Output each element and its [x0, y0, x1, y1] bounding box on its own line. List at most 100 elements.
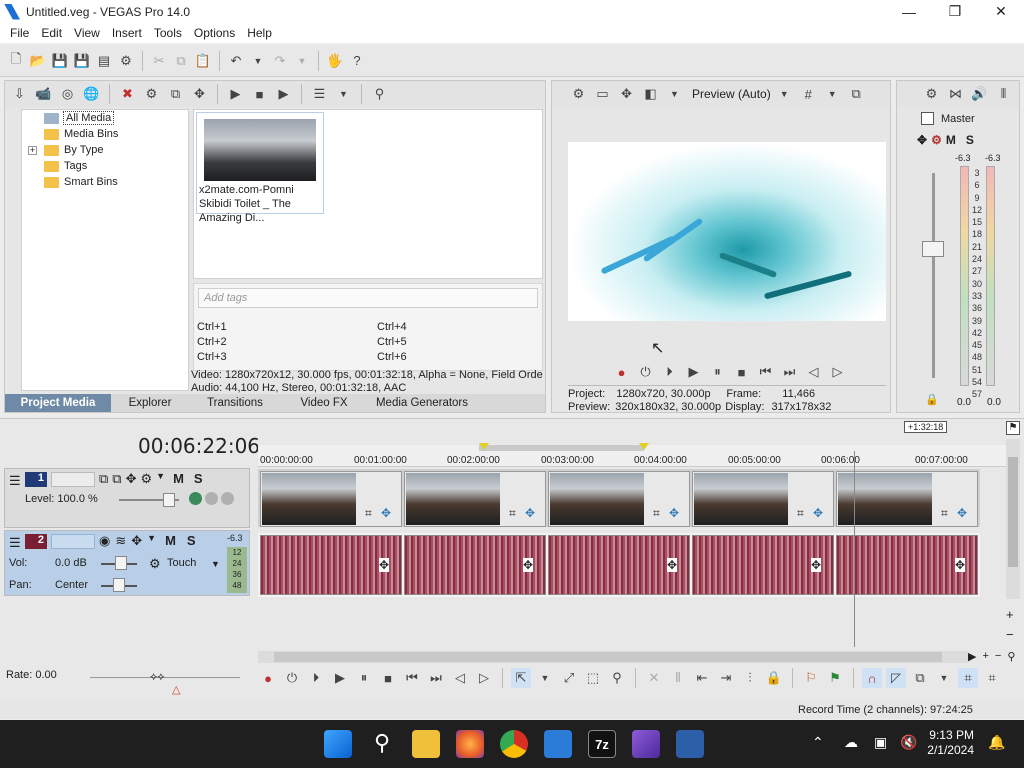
compositing-mode-icon[interactable]: ⧉: [99, 471, 108, 487]
play-preview-icon[interactable]: ▶: [225, 84, 246, 104]
web-media-icon[interactable]: 🌐: [81, 84, 102, 104]
tag-shortcut[interactable]: Ctrl+2: [197, 336, 227, 348]
tab-video-fx[interactable]: Video FX: [281, 394, 367, 412]
pan-crop-icon[interactable]: ⌗: [653, 506, 660, 521]
downmix-icon[interactable]: ⋈: [945, 84, 966, 104]
record-icon[interactable]: ●: [612, 362, 631, 382]
tree-item-media-bins[interactable]: Media Bins: [22, 126, 188, 142]
menu-edit[interactable]: Edit: [35, 26, 68, 40]
horizontal-scrollbar[interactable]: [258, 651, 968, 663]
redo-dropdown-icon[interactable]: ▼: [292, 51, 312, 71]
vol-slider-handle[interactable]: [115, 556, 127, 570]
firefox-icon[interactable]: [456, 730, 484, 758]
automation-dropdown-icon[interactable]: ▼: [211, 559, 220, 569]
event-fx-icon[interactable]: ✥: [525, 506, 535, 520]
automation-mode-dropdown[interactable]: Touch: [167, 557, 196, 569]
previous-frame-icon[interactable]: ◁: [450, 668, 470, 688]
whats-this-help-icon[interactable]: ?: [347, 51, 367, 71]
event-fx-icon[interactable]: ✥: [379, 558, 390, 572]
trim-icon[interactable]: ⫴: [668, 668, 688, 688]
save-as-icon[interactable]: 💾: [72, 51, 92, 71]
lock-faders-icon[interactable]: ⫴: [993, 84, 1014, 104]
event-fx-icon[interactable]: ✥: [957, 506, 967, 520]
preview-properties-gear-icon[interactable]: ⚙: [568, 84, 589, 104]
notifications-bell-icon[interactable]: 🔔: [988, 734, 1005, 751]
visual-studio-icon[interactable]: [632, 730, 660, 758]
tab-project-media[interactable]: Project Media: [5, 394, 111, 412]
paste-icon[interactable]: 📋: [193, 51, 213, 71]
stop-preview-icon[interactable]: ■: [249, 84, 270, 104]
zoom-in-vertical-icon[interactable]: +: [1006, 607, 1014, 622]
ripple-dropdown-icon[interactable]: ▼: [934, 668, 954, 688]
track-menu-icon[interactable]: ☰: [9, 473, 21, 489]
tree-item-tags[interactable]: Tags: [22, 158, 188, 174]
tab-transitions[interactable]: Transitions: [189, 394, 281, 412]
copy-icon[interactable]: ⧉: [171, 51, 191, 71]
video-clip[interactable]: ⌗ ✥: [692, 471, 834, 527]
ignore-grouping-icon[interactable]: ⌗: [982, 668, 1002, 688]
menu-view[interactable]: View: [68, 26, 106, 40]
media-fx-icon[interactable]: ⚙: [141, 84, 162, 104]
pan-crop-icon[interactable]: ⌗: [365, 506, 372, 521]
preview-fx-icon[interactable]: ✥: [616, 84, 637, 104]
properties-gear-icon[interactable]: ⚙: [116, 51, 136, 71]
selection-tool-icon[interactable]: ⬚: [583, 668, 603, 688]
vegas-taskbar-icon[interactable]: [676, 730, 704, 758]
event-fx-icon[interactable]: ✥: [669, 506, 679, 520]
auto-crossfade-icon[interactable]: ◸: [886, 668, 906, 688]
go-to-end-icon[interactable]: ⏭: [426, 668, 446, 688]
stop-icon[interactable]: ■: [732, 362, 751, 382]
master-gear-icon[interactable]: ⚙: [921, 84, 942, 104]
taskbar-clock[interactable]: 9:13 PM 2/1/2024: [927, 728, 974, 758]
pan-crop-icon[interactable]: ⌗: [941, 506, 948, 521]
solo-button[interactable]: S: [194, 471, 203, 487]
horizontal-scroll-thumb[interactable]: [274, 652, 942, 662]
loop-region-bar[interactable]: [479, 445, 644, 451]
copy-snapshot-icon[interactable]: ⧉: [846, 84, 867, 104]
video-clip[interactable]: ⌗ ✥: [404, 471, 546, 527]
play-icon[interactable]: ▶: [684, 362, 703, 382]
zoom-out-vertical-icon[interactable]: −: [1006, 627, 1014, 642]
save-icon[interactable]: 💾: [50, 51, 70, 71]
undo-dropdown-icon[interactable]: ▼: [248, 51, 268, 71]
search-icon[interactable]: ⚲: [369, 84, 390, 104]
pause-icon[interactable]: ⏸: [354, 668, 374, 688]
menu-help[interactable]: Help: [241, 26, 278, 40]
track-fx-icon[interactable]: ⚙: [141, 471, 153, 487]
insert-region-icon[interactable]: ⚑: [825, 668, 845, 688]
tag-shortcut[interactable]: Ctrl+6: [377, 351, 407, 363]
lock-event-icon[interactable]: 🔒: [764, 668, 784, 688]
loop-start-marker[interactable]: [479, 443, 489, 450]
loop-playback-icon[interactable]: ⏻: [636, 362, 655, 382]
insert-marker-icon[interactable]: ⚐: [801, 668, 821, 688]
go-to-start-icon[interactable]: ⏮: [756, 362, 775, 382]
menu-tools[interactable]: Tools: [148, 26, 188, 40]
video-clip[interactable]: ⌗ ✥: [836, 471, 978, 527]
start-menu-icon[interactable]: [324, 730, 352, 758]
edit-tool-dropdown-icon[interactable]: ▼: [535, 668, 555, 688]
menu-options[interactable]: Options: [188, 26, 241, 40]
stop-icon[interactable]: ■: [378, 668, 398, 688]
expand-icon[interactable]: +: [28, 145, 37, 155]
notepad-icon[interactable]: [544, 730, 572, 758]
close-button[interactable]: ✕: [978, 0, 1024, 23]
zoom-tool-icon[interactable]: ⚲: [607, 668, 627, 688]
go-to-end-icon[interactable]: ⏭: [780, 362, 799, 382]
auto-preview-icon[interactable]: ▶: [273, 84, 294, 104]
split-icon[interactable]: ⫶: [740, 668, 760, 688]
tree-item-smart-bins[interactable]: Smart Bins: [22, 174, 188, 190]
video-track-header[interactable]: ☰ 1 ⧉ ⧉ ✥ ⚙ ▼ M S Level: 100.0 %: [4, 468, 250, 528]
chrome-icon[interactable]: [500, 730, 528, 758]
previous-frame-icon[interactable]: ◁: [804, 362, 823, 382]
zoom-in-horizontal-icon[interactable]: +: [982, 650, 988, 663]
views-icon[interactable]: ☰: [309, 84, 330, 104]
media-properties-icon[interactable]: ⧉: [165, 84, 186, 104]
lock-icon[interactable]: 🔒: [925, 393, 939, 406]
preview-quality-dropdown[interactable]: Preview (Auto): [692, 87, 771, 101]
overlays-grid-icon[interactable]: #: [798, 84, 819, 104]
file-explorer-icon[interactable]: [412, 730, 440, 758]
minimize-button[interactable]: —: [886, 0, 932, 23]
composite-green-icon[interactable]: [189, 492, 202, 505]
event-fx-icon[interactable]: ✥: [811, 558, 822, 572]
move-icon[interactable]: ✥: [189, 84, 210, 104]
